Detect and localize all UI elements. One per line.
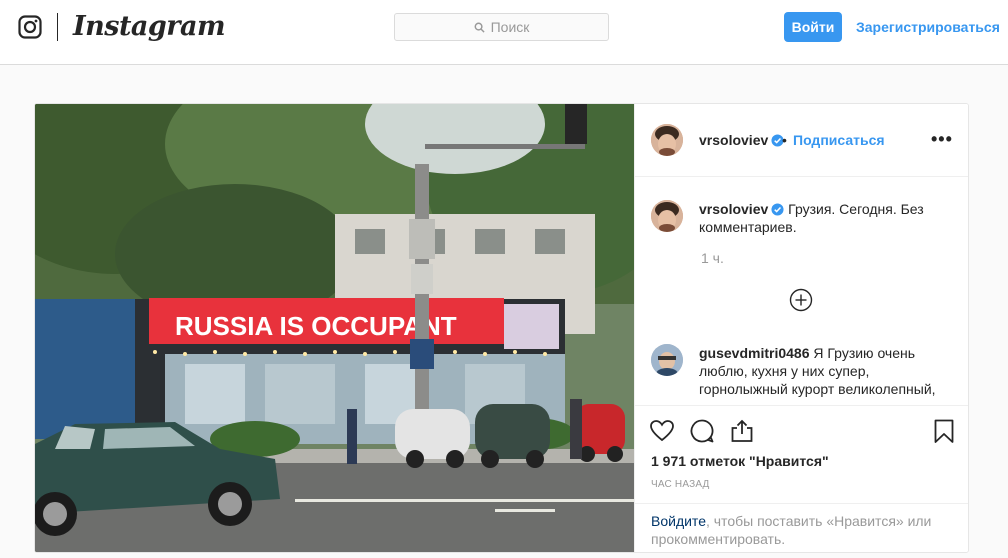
comment-bubble-icon[interactable] xyxy=(689,418,715,444)
login-prompt: Войдите, чтобы поставить «Нравится» или … xyxy=(635,503,968,552)
top-nav: Instagram Поиск Войти Зарегистрироваться xyxy=(0,0,1008,65)
share-upload-icon[interactable] xyxy=(729,418,755,444)
search-input[interactable]: Поиск xyxy=(394,13,609,41)
verified-badge-icon xyxy=(771,203,784,216)
instagram-camera-icon[interactable] xyxy=(18,15,42,39)
login-button[interactable]: Войти xyxy=(784,12,842,42)
login-prompt-link[interactable]: Войдите xyxy=(651,513,706,529)
instagram-logo[interactable]: Instagram xyxy=(73,11,226,42)
save-bookmark-icon[interactable] xyxy=(931,418,957,444)
author-avatar[interactable] xyxy=(651,124,683,156)
search-icon xyxy=(474,22,485,33)
commenter-username[interactable]: gusevdmitri0486 xyxy=(699,345,810,361)
caption-author-avatar[interactable] xyxy=(651,200,683,232)
commenter-avatar[interactable] xyxy=(651,344,683,376)
caption-time[interactable]: 1 ч. xyxy=(701,250,724,266)
likes-count[interactable]: 1 971 отметок "Нравится" xyxy=(651,453,829,469)
street-photo-illustration: RUSSIA IS OCCUPANT xyxy=(35,104,634,552)
avatar-image xyxy=(651,124,683,156)
follow-button[interactable]: Подписаться xyxy=(793,132,885,148)
post-card: RUSSIA IS OCCUPANT vrsoloviev • Подписат… xyxy=(34,103,969,553)
post-header: vrsoloviev • Подписаться ••• xyxy=(635,104,968,177)
post-photo[interactable]: RUSSIA IS OCCUPANT xyxy=(35,104,634,552)
post-sidebar: vrsoloviev • Подписаться ••• vrsoloviev xyxy=(634,104,968,552)
like-heart-icon[interactable] xyxy=(649,418,675,444)
search-placeholder: Поиск xyxy=(490,19,530,35)
caption-text: vrsoloviev Грузия. Сегодня. Без коммента… xyxy=(699,200,959,236)
register-link[interactable]: Зарегистрироваться xyxy=(856,19,1000,35)
nav-divider xyxy=(57,13,58,41)
sign-text: RUSSIA IS OCCUPANT xyxy=(175,311,457,341)
author-username[interactable]: vrsoloviev xyxy=(699,132,784,148)
load-more-comments-icon[interactable] xyxy=(789,288,813,312)
author-username-text[interactable]: vrsoloviev xyxy=(699,132,768,148)
more-options-icon[interactable]: ••• xyxy=(931,129,953,150)
post-timestamp[interactable]: ЧАС НАЗАД xyxy=(651,479,710,490)
comment-item: gusevdmitri0486 Я Грузию очень люблю, ку… xyxy=(651,344,956,404)
caption-username[interactable]: vrsoloviev xyxy=(699,201,768,217)
post-actions: 1 971 отметок "Нравится" ЧАС НАЗАД xyxy=(635,405,968,505)
avatar-image xyxy=(651,344,683,376)
avatar-image xyxy=(651,200,683,232)
header-separator-dot: • xyxy=(782,132,787,148)
comment-text: gusevdmitri0486 Я Грузию очень люблю, ку… xyxy=(699,344,954,398)
